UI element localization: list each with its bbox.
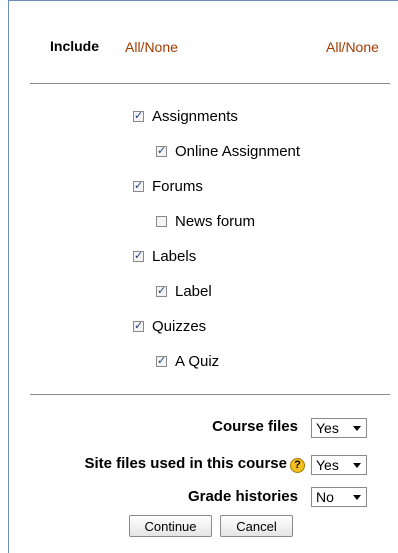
quizzes-label: Quizzes [152, 317, 207, 335]
list-item-labels[interactable]: Labels [133, 245, 196, 267]
quizzes-checkbox[interactable] [133, 319, 144, 333]
help-icon[interactable]: ? [290, 458, 305, 473]
continue-button[interactable]: Continue [129, 515, 212, 537]
forums-label: Forums [152, 177, 203, 195]
chevron-down-icon [353, 463, 361, 468]
news-forum-checkbox[interactable] [156, 215, 167, 227]
list-item-a-quiz[interactable]: A Quiz [156, 350, 219, 372]
labels-label: Labels [152, 247, 197, 265]
a-quiz-label: A Quiz [175, 352, 220, 370]
label-checkbox[interactable] [156, 284, 167, 298]
news-forum-label: News forum [175, 212, 256, 230]
list-item-online-assignment[interactable]: Online Assignment [156, 140, 300, 162]
chevron-down-icon [353, 495, 361, 500]
grade-histories-label: Grade histories [187, 488, 298, 505]
label-label: Label [175, 282, 212, 300]
all-none-link-left[interactable]: All/None [125, 39, 178, 55]
divider-top [30, 83, 390, 84]
list-item-label[interactable]: Label [156, 280, 212, 302]
course-files-value: Yes [316, 420, 339, 436]
site-files-label: Site files used in this course [84, 455, 287, 472]
all-none-link-right[interactable]: All/None [326, 39, 379, 55]
site-files-select[interactable]: Yes [311, 455, 367, 475]
list-item-news-forum[interactable]: News forum [156, 210, 255, 232]
site-files-value: Yes [316, 457, 339, 473]
grade-histories-value: No [316, 489, 334, 505]
course-files-label: Course files [212, 418, 298, 435]
include-label: Include [50, 38, 100, 54]
grade-histories-select[interactable]: No [311, 487, 367, 507]
chevron-down-icon [353, 426, 361, 431]
forums-checkbox[interactable] [133, 179, 144, 193]
list-item-assignments[interactable]: Assignments [133, 105, 238, 127]
list-item-forums[interactable]: Forums [133, 175, 203, 197]
a-quiz-checkbox[interactable] [156, 354, 167, 368]
assignments-label: Assignments [152, 107, 238, 125]
online-assignment-label: Online Assignment [175, 142, 301, 160]
assignments-checkbox[interactable] [133, 109, 144, 123]
list-item-quizzes[interactable]: Quizzes [133, 315, 206, 337]
online-assignment-checkbox[interactable] [156, 144, 167, 158]
labels-checkbox[interactable] [133, 249, 144, 263]
divider-bottom [30, 394, 390, 395]
cancel-button[interactable]: Cancel [220, 515, 293, 537]
course-files-select[interactable]: Yes [311, 418, 367, 438]
